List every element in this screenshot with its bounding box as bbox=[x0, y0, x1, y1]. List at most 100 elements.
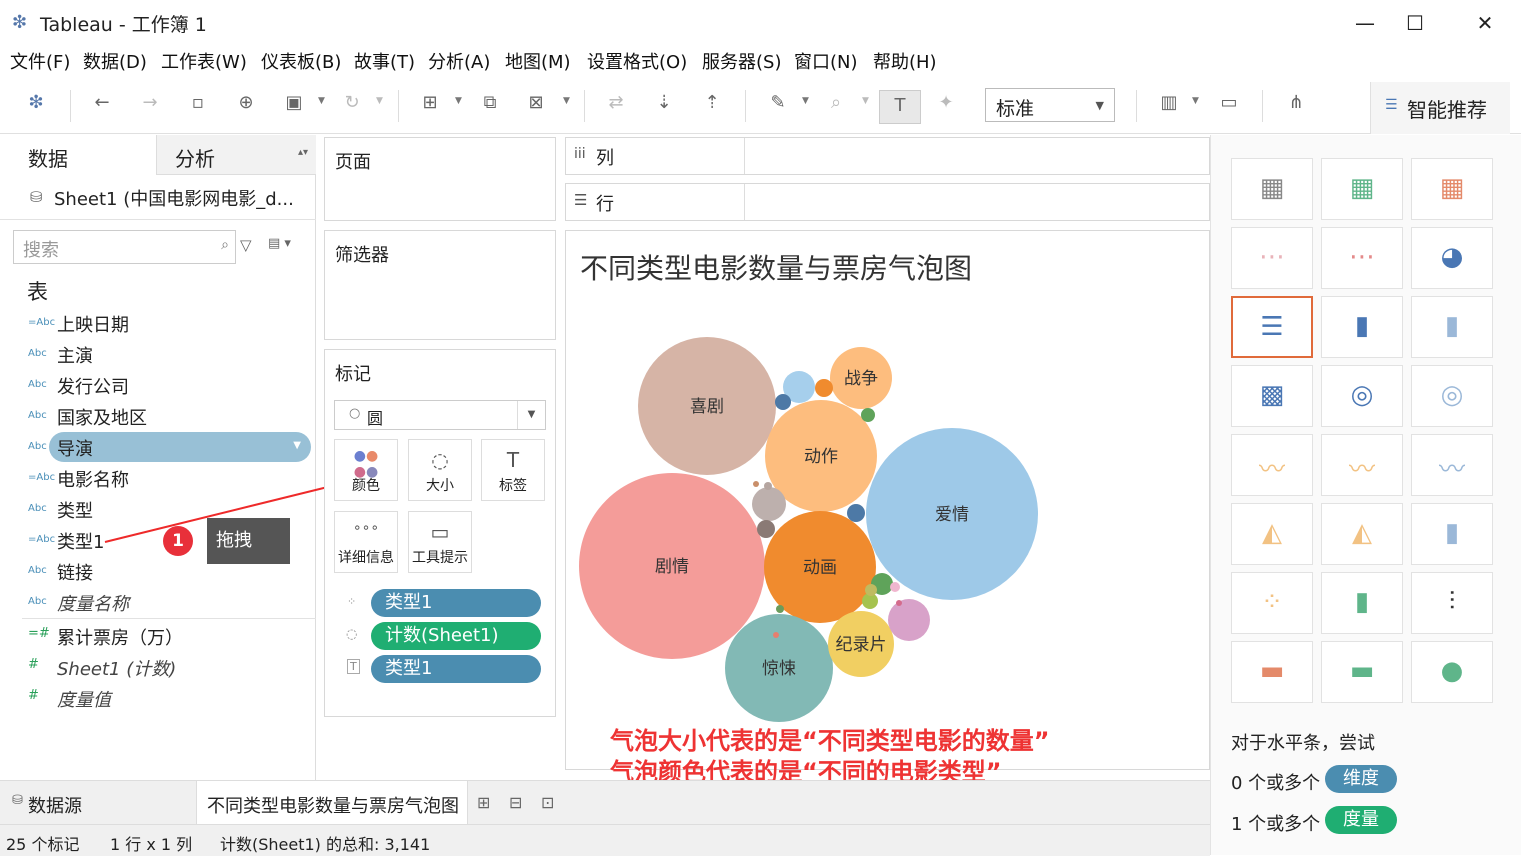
lines-continuous-icon[interactable]: 〰 bbox=[1231, 434, 1313, 496]
filled-map-icon[interactable]: ⋯ bbox=[1321, 227, 1403, 289]
side-by-side-bars-icon[interactable]: ▮ bbox=[1411, 296, 1493, 358]
columns-shelf[interactable]: iii 列 bbox=[565, 137, 1210, 175]
menu-window[interactable]: 窗口(N) bbox=[794, 48, 858, 74]
tab-data[interactable]: 数据 bbox=[0, 135, 156, 175]
menu-analysis[interactable]: 分析(A) bbox=[428, 48, 490, 74]
chevron-down-icon[interactable]: ▼ bbox=[802, 96, 809, 106]
tab-datasource[interactable]: 数据源 bbox=[28, 792, 82, 818]
area-discrete-icon[interactable]: ◭ bbox=[1321, 503, 1403, 565]
tab-analysis[interactable]: 分析 ▴▾ bbox=[156, 135, 316, 175]
bubble[interactable] bbox=[773, 632, 779, 638]
menu-data[interactable]: 数据(D) bbox=[83, 48, 147, 74]
field-item[interactable]: # Sheet1 (计数) bbox=[0, 652, 316, 682]
box-and-whisker-icon[interactable]: ⫶ bbox=[1411, 572, 1493, 634]
new-dashboard-icon[interactable]: ⊟ bbox=[509, 793, 522, 812]
pause-update-icon[interactable]: ▣ bbox=[280, 92, 308, 113]
bubble[interactable] bbox=[890, 582, 900, 592]
bubble[interactable] bbox=[764, 482, 772, 490]
menu-map[interactable]: 地图(M) bbox=[505, 48, 571, 74]
mark-type-select[interactable]: ○ 圆 ▼ bbox=[334, 400, 546, 430]
histogram-icon[interactable]: ▮ bbox=[1321, 572, 1403, 634]
bubble[interactable] bbox=[775, 394, 791, 410]
circle-views-icon[interactable]: ◎ bbox=[1321, 365, 1403, 427]
close-button[interactable]: ✕ bbox=[1460, 6, 1510, 40]
bubble[interactable] bbox=[861, 408, 875, 422]
lines-discrete-icon[interactable]: 〰 bbox=[1321, 434, 1403, 496]
bubble[interactable] bbox=[847, 504, 865, 522]
new-datasource-icon[interactable]: ⊕ bbox=[232, 92, 260, 113]
new-story-icon[interactable]: ⊡ bbox=[541, 793, 554, 812]
bubble[interactable] bbox=[776, 605, 784, 613]
chevron-down-icon[interactable]: ▼ bbox=[1192, 96, 1199, 106]
tooltip-button[interactable]: ▭ 工具提示 bbox=[408, 511, 472, 573]
tableau-home-icon[interactable]: ❇ bbox=[22, 92, 50, 113]
bullet-graph-icon[interactable]: ▬ bbox=[1321, 641, 1403, 703]
show-cards-icon[interactable]: ▥ bbox=[1155, 92, 1183, 113]
size-pill[interactable]: 计数(Sheet1) bbox=[371, 622, 541, 650]
show-labels-icon[interactable]: T bbox=[879, 90, 921, 124]
menu-format[interactable]: 设置格式(O) bbox=[587, 48, 687, 74]
field-item[interactable]: =Abc 上映日期 bbox=[0, 308, 316, 338]
text-table-icon[interactable]: ▦ bbox=[1231, 158, 1313, 220]
field-item[interactable]: Abc 主演 bbox=[0, 339, 316, 369]
bubble[interactable] bbox=[757, 520, 775, 538]
minimize-button[interactable]: — bbox=[1340, 6, 1390, 40]
symbol-map-icon[interactable]: ⋯ bbox=[1231, 227, 1313, 289]
rows-shelf[interactable]: ☰ 行 bbox=[565, 183, 1210, 221]
dual-combination-icon[interactable]: ▮ bbox=[1411, 503, 1493, 565]
new-worksheet-icon[interactable]: ⊞ bbox=[477, 793, 490, 812]
stacked-bars-icon[interactable]: ▮ bbox=[1321, 296, 1403, 358]
field-item[interactable]: Abc 发行公司 bbox=[0, 370, 316, 400]
save-icon[interactable]: ▫ bbox=[184, 92, 212, 113]
chevron-down-icon[interactable]: ▼ bbox=[376, 96, 383, 106]
bubble[interactable] bbox=[896, 600, 902, 606]
scatter-plot-icon[interactable]: ⁘ bbox=[1231, 572, 1313, 634]
field-item[interactable]: =# 累计票房（万） bbox=[0, 621, 316, 651]
dual-lines-icon[interactable]: 〰 bbox=[1411, 434, 1493, 496]
chevron-down-icon[interactable]: ▼ bbox=[293, 440, 301, 451]
new-worksheet-icon[interactable]: ⊞ bbox=[416, 92, 444, 113]
swap-rows-columns-icon[interactable]: ⇄ bbox=[602, 92, 630, 113]
field-item[interactable]: Abc 国家及地区 bbox=[0, 401, 316, 431]
fix-axes-icon[interactable]: ✦ bbox=[932, 92, 960, 113]
menu-help[interactable]: 帮助(H) bbox=[873, 48, 937, 74]
show-me-tab[interactable]: ☰ 智能推荐 bbox=[1370, 82, 1510, 134]
heat-map-icon[interactable]: ▦ bbox=[1321, 158, 1403, 220]
group-members-icon[interactable]: ⌕ bbox=[822, 92, 850, 113]
menu-worksheet[interactable]: 工作表(W) bbox=[161, 48, 247, 74]
menu-file[interactable]: 文件(F) bbox=[10, 48, 70, 74]
maximize-button[interactable]: ☐ bbox=[1390, 6, 1440, 40]
redo-icon[interactable]: → bbox=[136, 92, 164, 113]
horizontal-bars-icon[interactable]: ☰ bbox=[1231, 296, 1313, 358]
sort-descending-icon[interactable]: ⇡ bbox=[698, 92, 726, 113]
pie-chart-icon[interactable]: ◕ bbox=[1411, 227, 1493, 289]
menu-story[interactable]: 故事(T) bbox=[354, 48, 415, 74]
label-pill[interactable]: 类型1 bbox=[371, 655, 541, 683]
share-icon[interactable]: ⋔ bbox=[1282, 92, 1310, 113]
highlight-icon[interactable]: ✎ bbox=[764, 92, 792, 113]
fit-select[interactable]: 标准 ▼ bbox=[985, 88, 1115, 122]
clear-sheet-icon[interactable]: ⊠ bbox=[522, 92, 550, 113]
chevron-down-icon[interactable]: ▼ bbox=[318, 96, 325, 106]
field-item[interactable]: # 度量值 bbox=[0, 683, 316, 713]
selected-field-pill[interactable]: 导演 ▼ bbox=[49, 432, 311, 462]
area-continuous-icon[interactable]: ◭ bbox=[1231, 503, 1313, 565]
gantt-chart-icon[interactable]: ▬ bbox=[1231, 641, 1313, 703]
bubble[interactable] bbox=[815, 379, 833, 397]
size-button[interactable]: ◌ 大小 bbox=[408, 439, 472, 501]
menu-server[interactable]: 服务器(S) bbox=[702, 48, 781, 74]
sort-ascending-icon[interactable]: ⇣ bbox=[650, 92, 678, 113]
tab-active-sheet[interactable]: 不同类型电影数量与票房气泡图 bbox=[196, 781, 468, 825]
side-by-side-circles-icon[interactable]: ◎ bbox=[1411, 365, 1493, 427]
datasource-name[interactable]: Sheet1 (中国电影网电影_d... bbox=[54, 185, 294, 211]
field-item-selected[interactable]: Abc 导演 ▼ bbox=[0, 432, 316, 462]
bubble[interactable] bbox=[865, 584, 877, 596]
filter-icon[interactable]: ▽ bbox=[240, 236, 252, 254]
refresh-icon[interactable]: ↻ bbox=[338, 92, 366, 113]
label-button[interactable]: T 标签 bbox=[481, 439, 545, 501]
pages-shelf[interactable]: 页面 bbox=[324, 137, 556, 221]
chevron-down-icon[interactable]: ▼ bbox=[862, 96, 869, 106]
treemap-icon[interactable]: ▩ bbox=[1231, 365, 1313, 427]
list-view-icon[interactable]: ▤ ▾ bbox=[268, 236, 291, 251]
field-item[interactable]: Abc 度量名称 bbox=[0, 587, 316, 617]
